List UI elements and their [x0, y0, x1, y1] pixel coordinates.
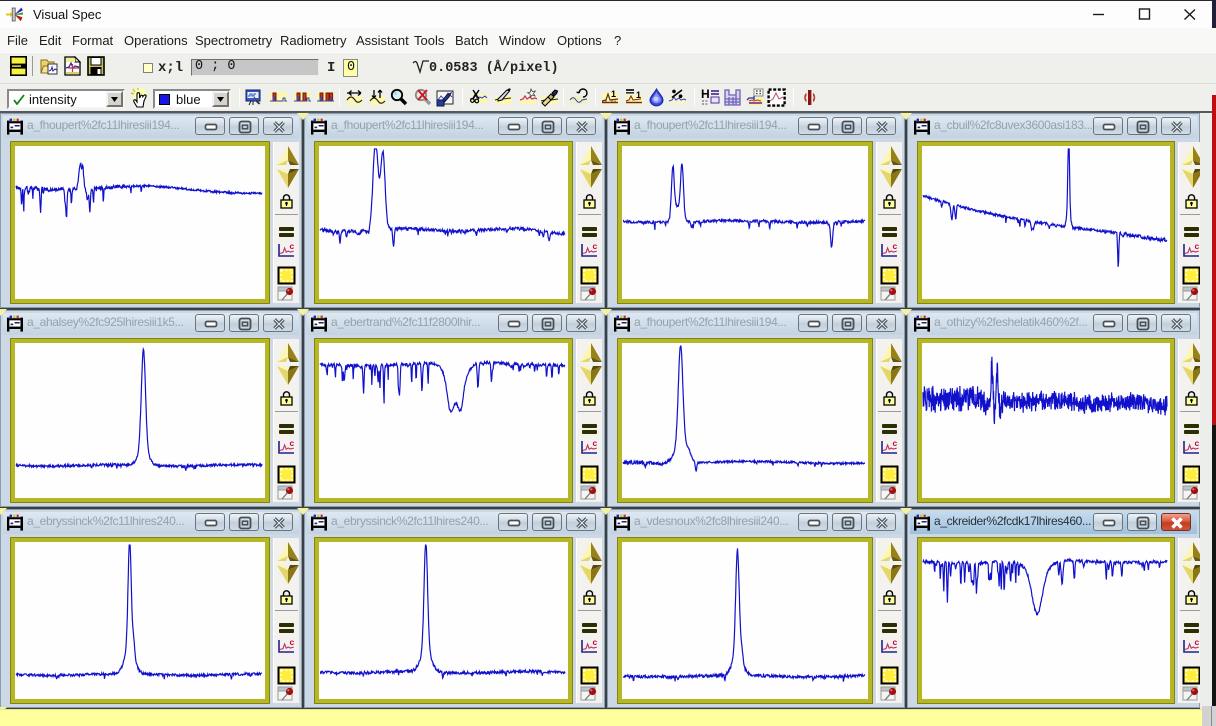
svg-text:c: c — [593, 438, 598, 448]
svg-text:c: c — [1195, 637, 1200, 647]
svg-text:c: c — [290, 241, 295, 251]
svg-text:c: c — [290, 637, 295, 647]
svg-text:c: c — [1195, 241, 1200, 251]
svg-text:1: 1 — [611, 89, 616, 99]
svg-text:c: c — [593, 637, 598, 647]
svg-text:c: c — [893, 241, 898, 251]
svg-text:c: c — [593, 241, 598, 251]
svg-text:c: c — [1195, 438, 1200, 448]
svg-text:c: c — [893, 637, 898, 647]
svg-text:c: c — [290, 438, 295, 448]
svg-text:c: c — [893, 438, 898, 448]
svg-text:H: H — [701, 88, 710, 101]
svg-text:1: 1 — [636, 90, 641, 100]
